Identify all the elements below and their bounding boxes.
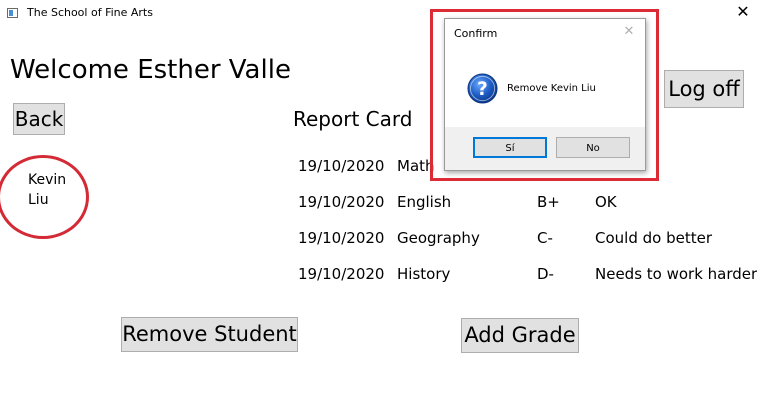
grade-value: B+: [537, 193, 560, 211]
log-off-button[interactable]: Log off: [664, 70, 744, 108]
grade-comment: Needs to work harder: [595, 265, 757, 283]
grade-subject: Geography: [397, 229, 480, 247]
grade-subject: English: [397, 193, 452, 211]
remove-student-button[interactable]: Remove Student: [121, 317, 298, 352]
window-title: The School of Fine Arts: [27, 6, 153, 19]
grade-date: 19/10/2020: [298, 265, 385, 283]
grade-date: 19/10/2020: [298, 229, 385, 247]
grade-comment: Could do better: [595, 229, 712, 247]
grade-subject: Math: [397, 157, 435, 175]
grade-comment: OK: [595, 193, 617, 211]
grade-row: 19/10/2020 Geography C- Could do better: [0, 227, 757, 249]
grade-subject: History: [397, 265, 451, 283]
grade-row: 19/10/2020 English B+ OK: [0, 191, 757, 213]
grade-value: D-: [537, 265, 554, 283]
grade-date: 19/10/2020: [298, 157, 385, 175]
window-close-icon[interactable]: ✕: [734, 3, 752, 21]
report-card-title: Report Card: [293, 107, 413, 131]
app-window-icon: [7, 8, 18, 18]
welcome-heading: Welcome Esther Valle: [10, 55, 291, 85]
highlight-rectangle: [430, 9, 659, 181]
grade-row: 19/10/2020 History D- Needs to work hard…: [0, 263, 757, 285]
grade-date: 19/10/2020: [298, 193, 385, 211]
grade-value: C-: [537, 229, 553, 247]
add-grade-button[interactable]: Add Grade: [461, 318, 579, 353]
back-button[interactable]: Back: [13, 103, 65, 135]
